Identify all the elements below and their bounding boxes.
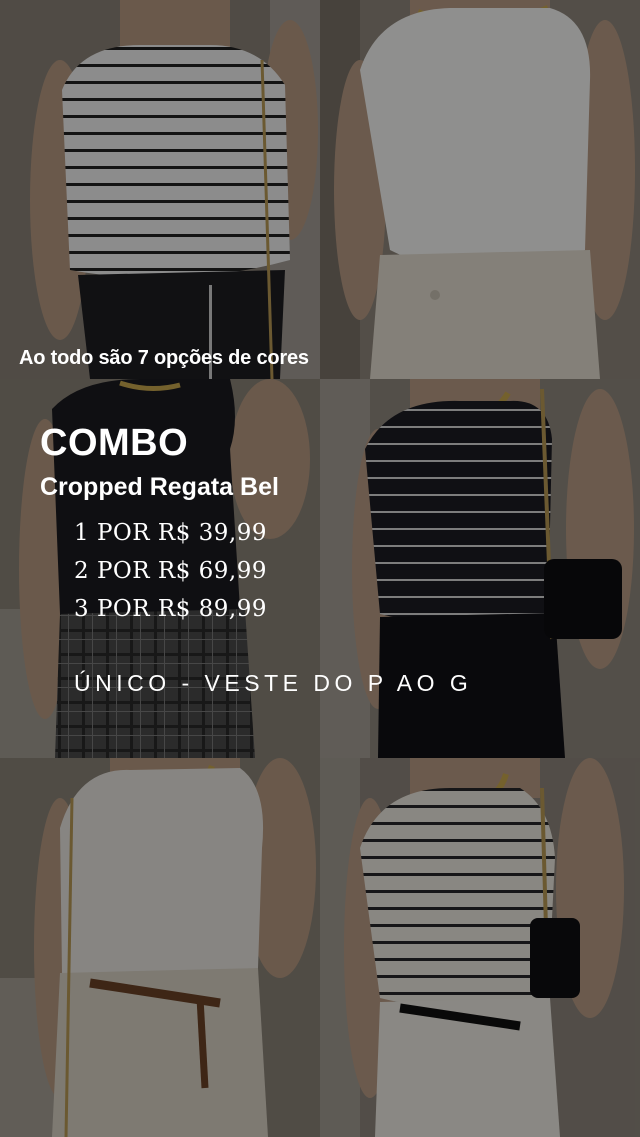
photo-striped-white-top bbox=[0, 0, 320, 379]
colors-caption: Ao todo são 7 opções de cores bbox=[19, 347, 309, 369]
sizing-note: ÚNICO - VESTE DO P AO G bbox=[74, 670, 473, 696]
photo-striped-black-top bbox=[320, 379, 640, 758]
price-list: 1 POR R$ 39,99 2 POR R$ 69,99 3 POR R$ 8… bbox=[74, 514, 267, 628]
price-option-1: 1 POR R$ 39,99 bbox=[74, 520, 268, 546]
model-photo bbox=[320, 758, 640, 1137]
price-option-3: 3 POR R$ 89,99 bbox=[74, 596, 268, 622]
story-canvas: Ao todo são 7 opções de cores COMBO Crop… bbox=[0, 0, 640, 1137]
model-photo bbox=[320, 379, 640, 758]
promo-title: COMBO bbox=[40, 422, 189, 464]
photo-offwhite-top bbox=[0, 758, 320, 1137]
price-option-2: 2 POR R$ 69,99 bbox=[74, 558, 268, 584]
model-photo bbox=[0, 758, 320, 1137]
model-photo bbox=[320, 0, 640, 379]
product-name: Cropped Regata Bel bbox=[40, 473, 279, 501]
model-photo bbox=[0, 0, 320, 379]
photo-striped-cream-top bbox=[320, 758, 640, 1137]
photo-white-top bbox=[320, 0, 640, 379]
